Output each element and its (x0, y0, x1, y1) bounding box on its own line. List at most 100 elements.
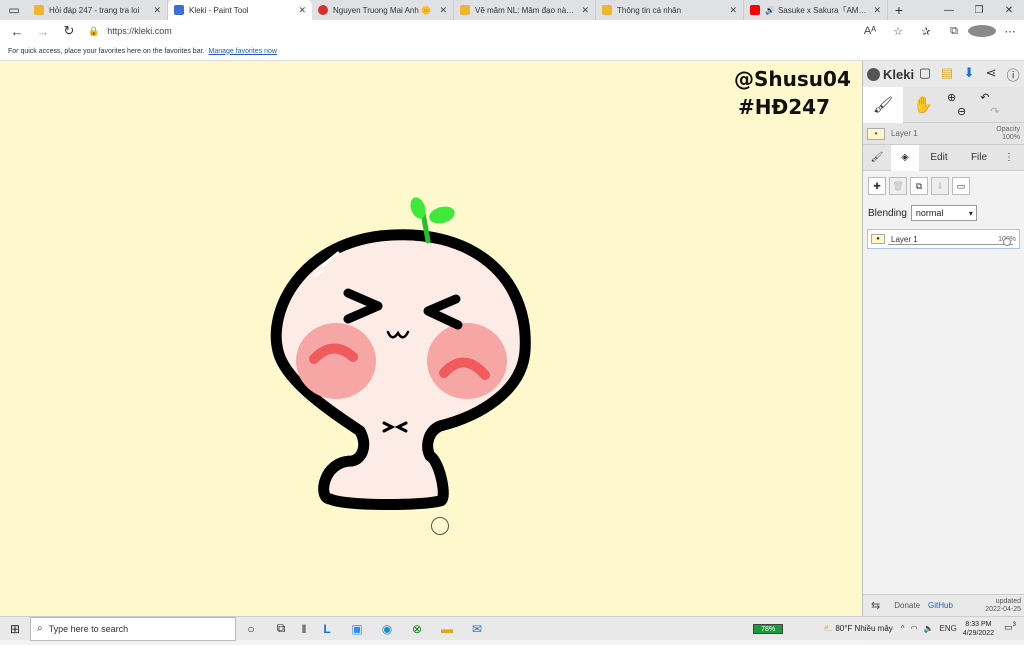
close-icon[interactable]: ✕ (581, 5, 589, 16)
volume-icon[interactable]: 🔈 (924, 624, 934, 633)
layer-item[interactable]: ● Layer 1 100% (867, 229, 1020, 249)
undo-icon[interactable]: ↶ (980, 91, 999, 105)
manage-favorites-link[interactable]: Manage favorites now (209, 48, 277, 55)
tab-hoidap[interactable]: Hỏi đáp 247 - trang tra loi ✕ (28, 0, 168, 20)
zoom-out-icon[interactable]: ⊖ (957, 105, 966, 119)
blending-select[interactable]: normal ▾ (910, 205, 977, 221)
lock-icon: 🔒 (88, 25, 100, 36)
rename-layer-button[interactable]: ▭ (952, 177, 970, 195)
language-indicator[interactable]: ENG (940, 624, 957, 633)
drawing-canvas[interactable]: @Shusu04 #HĐ247 (0, 61, 862, 616)
start-button[interactable]: ⊞ (0, 622, 30, 636)
github-link[interactable]: GitHub (928, 601, 953, 610)
open-folder-icon[interactable]: ▤ (936, 65, 958, 84)
swap-sides-icon[interactable]: ⇆ (871, 599, 880, 612)
slider-handle[interactable] (1003, 238, 1011, 246)
minimize-button[interactable]: — (934, 0, 964, 20)
layer-item-name: Layer 1 (891, 234, 918, 244)
forward-button[interactable]: → (30, 24, 56, 39)
delete-layer-button[interactable]: 🗑 (889, 177, 907, 195)
more-menu-icon[interactable]: ⋯ (996, 25, 1024, 38)
updated-label: updated (995, 597, 1021, 605)
download-icon[interactable]: ⬇ (958, 65, 980, 84)
updated-date: 2022-04-25 (985, 605, 1021, 613)
add-layer-button[interactable]: ✚ (868, 177, 886, 195)
zoom-app-icon[interactable]: ▣ (342, 622, 372, 636)
speaker-icon[interactable]: 🔊 (765, 6, 775, 15)
url-text: https://kleki.com (107, 26, 172, 36)
profile-avatar[interactable] (968, 25, 996, 38)
help-icon[interactable]: ⓘ (1002, 65, 1024, 84)
search-icon: ⌕ (37, 623, 43, 634)
tab-facebook[interactable]: Nguyen Truong Mai Anh 🌼 ✕ (312, 0, 454, 20)
xbox-icon[interactable]: ⊗ (402, 622, 432, 636)
file-explorer-icon[interactable]: ▬ (432, 622, 462, 636)
weather-icon: ⛅ (823, 624, 836, 633)
kleki-logo[interactable]: Kleki (867, 67, 914, 82)
close-icon[interactable]: ✕ (873, 5, 881, 16)
close-icon[interactable]: ✕ (729, 5, 737, 16)
close-window-button[interactable]: ✕ (994, 0, 1024, 20)
donate-link[interactable]: Donate (894, 601, 920, 610)
address-toolbar: ← → ↻ 🔒 https://kleki.com Aᴬ ☆ ✰ ⧉ ⋯ (0, 20, 1024, 42)
chevron-down-icon: ▾ (968, 208, 973, 218)
mochi-character-drawing (270, 197, 531, 511)
tab-file[interactable]: File (959, 145, 999, 171)
tab-thongtin[interactable]: Thông tin cá nhân ✕ (596, 0, 744, 20)
layer-list: ● Layer 1 100% (863, 225, 1024, 645)
duplicate-layer-button[interactable]: ⧉ (910, 177, 928, 195)
network-icon[interactable]: ◠ (911, 624, 918, 633)
new-image-icon[interactable]: ▢ (914, 65, 936, 84)
hand-tool-button[interactable]: ✋ (903, 87, 943, 123)
favorites-bar: For quick access, place your favorites h… (0, 42, 1024, 61)
kleki-favicon-icon (174, 5, 184, 15)
opacity-label: Opacity (996, 125, 1020, 133)
close-icon[interactable]: ✕ (153, 5, 161, 16)
notification-center-icon[interactable]: ▭3 (1002, 622, 1018, 636)
browser-tab-strip: ▭ Hỏi đáp 247 - trang tra loi ✕ Kleki - … (0, 0, 1024, 20)
tab-layers[interactable]: ◈ (891, 144, 919, 171)
brush-tool-button[interactable]: 🖌 (863, 86, 903, 123)
battery-indicator[interactable]: 78% (753, 623, 784, 634)
cortana-icon[interactable]: ○ (236, 622, 266, 636)
address-bar[interactable]: 🔒 https://kleki.com (88, 22, 172, 40)
tab-brush[interactable]: 🖌 (863, 145, 891, 171)
favorites-hint: For quick access, place your favorites h… (8, 47, 205, 55)
close-icon[interactable]: ✕ (298, 5, 306, 16)
favorites-icon[interactable]: ✰ (912, 25, 940, 38)
task-view-icon[interactable]: ⧉ (266, 621, 296, 636)
edge-icon[interactable]: ◉ (372, 622, 402, 636)
tab-vemam[interactable]: Vẽ mâm NL: Mâm đạo này ở thể... ✕ (454, 0, 596, 20)
reload-button[interactable]: ↻ (56, 23, 82, 39)
windows-taskbar: ⊞ ⌕ Type here to search ○ ⧉ ‖ L ▣ ◉ ⊗ ▬ … (0, 616, 1024, 641)
share-icon[interactable]: ⋖ (980, 65, 1002, 84)
redo-icon[interactable]: ↷ (990, 105, 999, 119)
tab-kleki[interactable]: Kleki - Paint Tool ✕ (168, 0, 312, 20)
more-options-icon[interactable]: ⋮ (999, 145, 1019, 171)
kleki-sidebar: Kleki ▢ ▤ ⬇ ⋖ ⓘ 🖌 ✋ ⊕ ⊖ ↶ ↷ ● Layer 1 Op… (862, 61, 1024, 645)
weather-widget[interactable]: ⛅ 80°F Nhiều mây (823, 624, 893, 633)
collections-icon[interactable]: ⧉ (940, 25, 968, 38)
mail-icon[interactable]: ✉ (462, 622, 492, 636)
maximize-button[interactable]: ❐ (964, 0, 994, 20)
kleki-logo-icon (867, 67, 880, 81)
tray-chevron-icon[interactable]: ^ (901, 624, 905, 633)
brush-cursor (431, 517, 449, 535)
favorite-star-icon[interactable]: ☆ (884, 25, 912, 38)
read-aloud-icon[interactable]: Aᴬ (856, 25, 884, 37)
tab-actions-icon[interactable]: ▭ (0, 0, 28, 20)
tab-edit[interactable]: Edit (919, 145, 959, 171)
zoom-in-icon[interactable]: ⊕ (947, 91, 966, 105)
merge-layer-button[interactable]: ⇓ (931, 177, 949, 195)
taskbar-clock[interactable]: 8:33 PM 4/29/2022 (963, 620, 994, 638)
current-layer-name: Layer 1 (891, 129, 918, 138)
close-icon[interactable]: ✕ (439, 5, 447, 16)
taskbar-search[interactable]: ⌕ Type here to search (30, 616, 236, 641)
layer-opacity-slider[interactable] (888, 238, 1013, 246)
back-button[interactable]: ← (4, 24, 30, 39)
new-tab-button[interactable]: + (888, 2, 910, 18)
tab-youtube[interactable]: 🔊 Sasuke x Sakura「AMV」Nar... ✕ (744, 0, 888, 20)
layers-icon: ◈ (901, 152, 909, 163)
left-cheek (296, 323, 376, 399)
app-l-icon[interactable]: L (312, 622, 342, 636)
